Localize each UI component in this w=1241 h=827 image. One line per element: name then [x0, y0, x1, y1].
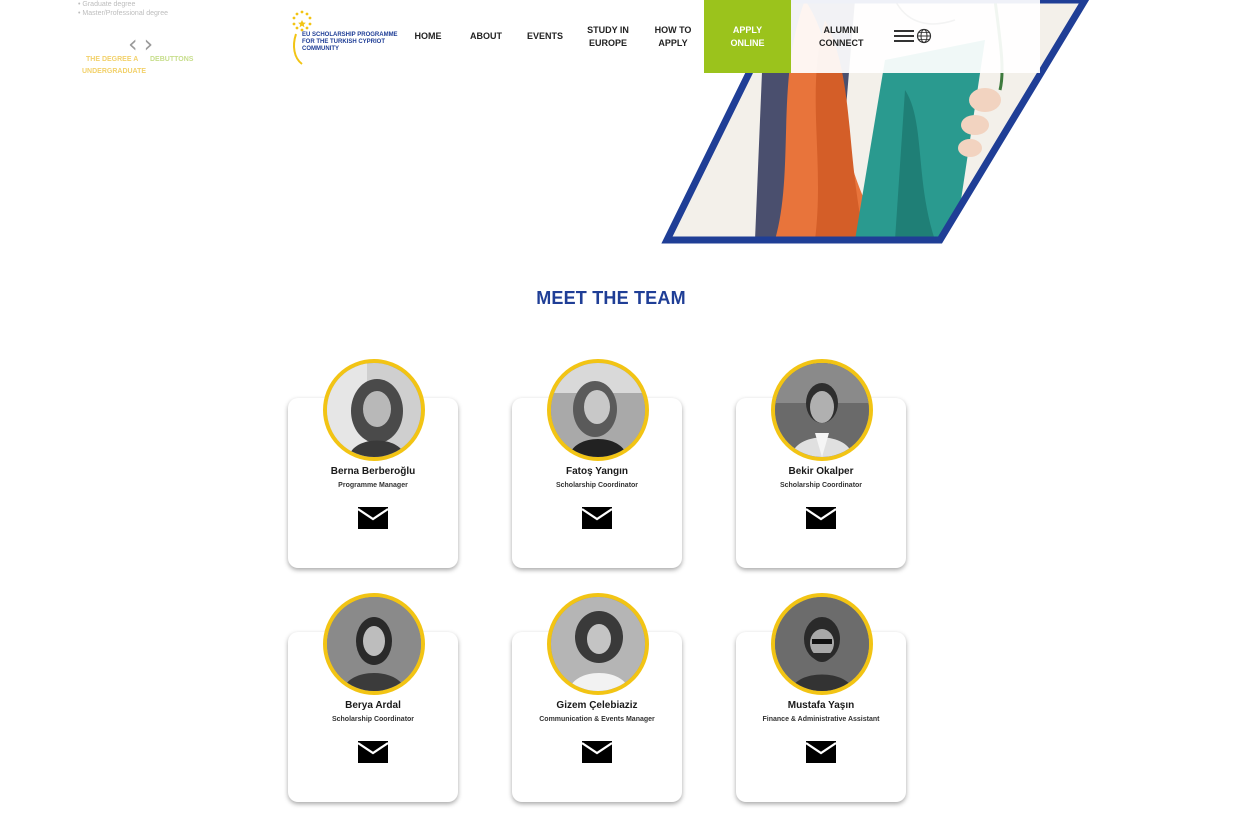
- member-role: Scholarship Coordinator: [779, 482, 863, 489]
- hamburger-icon[interactable]: [894, 28, 914, 44]
- avatar: [323, 359, 425, 461]
- member-name: Berna Berberoğlu: [330, 466, 416, 477]
- nav-how-label: HOW TO APPLY: [654, 24, 692, 48]
- member-name: Fatoş Yangın: [565, 466, 629, 477]
- mail-icon[interactable]: [582, 507, 612, 529]
- member-name: Bekir Okalper: [788, 466, 854, 477]
- avatar: [771, 593, 873, 695]
- site-logo[interactable]: EU SCHOLARSHIP PROGRAMME FOR THE TURKISH…: [288, 6, 398, 66]
- member-name: Mustafa Yaşın: [787, 700, 855, 711]
- carousel-arrows[interactable]: ‹›: [128, 30, 159, 58]
- avatar: [771, 359, 873, 461]
- nav-alumni-connect[interactable]: ALUMNI CONNECT: [810, 0, 872, 73]
- avatar: [547, 593, 649, 695]
- apply-online-label: APPLY ONLINE: [730, 24, 765, 48]
- mail-icon[interactable]: [582, 741, 612, 763]
- member-name: Gizem Çelebiaziz: [556, 700, 638, 711]
- nav-events[interactable]: EVENTS: [522, 0, 568, 73]
- faded-label: DEBUTTONS: [150, 56, 194, 63]
- mail-icon[interactable]: [806, 507, 836, 529]
- faded-list-item: Master/Professional degree: [78, 9, 258, 18]
- avatar: [547, 359, 649, 461]
- nav-alumni-label: ALUMNI CONNECT: [819, 24, 864, 48]
- faded-list-item: Graduate degree: [78, 0, 258, 9]
- avatar: [323, 593, 425, 695]
- member-name: Berya Ardal: [345, 700, 401, 711]
- nav-home[interactable]: HOME: [406, 0, 450, 73]
- faded-sidebar: Graduate degree Master/Professional degr…: [78, 0, 258, 18]
- chevron-left-icon[interactable]: ‹: [128, 30, 144, 58]
- nav-about[interactable]: ABOUT: [464, 0, 508, 73]
- member-role: Programme Manager: [338, 482, 408, 489]
- globe-icon[interactable]: [916, 28, 932, 44]
- member-role: Scholarship Coordinator: [331, 716, 415, 723]
- mail-icon[interactable]: [358, 507, 388, 529]
- chevron-right-icon[interactable]: ›: [144, 30, 160, 58]
- mail-icon[interactable]: [806, 741, 836, 763]
- nav-study-label: STUDY IN EUROPE: [587, 24, 629, 48]
- nav-how-to-apply[interactable]: HOW TO APPLY: [650, 0, 696, 73]
- faded-label: UNDERGRADUATE: [82, 68, 147, 75]
- member-role: Communication & Events Manager: [539, 716, 655, 723]
- faded-label: THE DEGREE A: [86, 56, 139, 63]
- site-header: EU SCHOLARSHIP PROGRAMME FOR THE TURKISH…: [286, 0, 1040, 73]
- logo-text: EU SCHOLARSHIP PROGRAMME FOR THE TURKISH…: [302, 32, 398, 52]
- member-role: Finance & Administrative Assistant: [762, 716, 880, 723]
- apply-online-button[interactable]: APPLY ONLINE: [704, 0, 791, 73]
- nav-study-in-europe[interactable]: STUDY IN EUROPE: [582, 0, 634, 73]
- mail-icon[interactable]: [358, 741, 388, 763]
- section-title: MEET THE TEAM: [536, 288, 686, 308]
- member-role: Scholarship Coordinator: [555, 482, 639, 489]
